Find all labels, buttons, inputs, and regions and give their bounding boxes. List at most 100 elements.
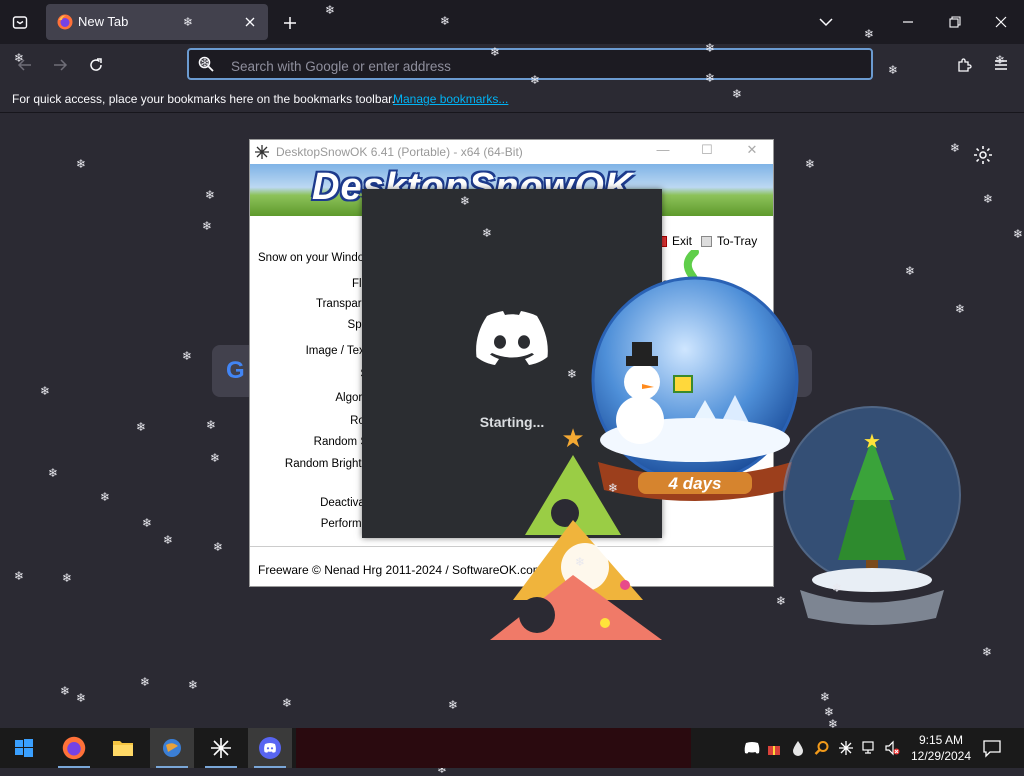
notification-icon[interactable] (982, 738, 1002, 758)
tray-snowok[interactable] (838, 740, 854, 756)
countdown-label: 4 days (668, 474, 722, 493)
firefox-icon (62, 736, 86, 760)
setting-label: Performa (320, 518, 368, 530)
reload-button[interactable] (83, 52, 109, 78)
tray-icon (701, 235, 712, 247)
taskbar-clock[interactable]: 9:15 AM 12/29/2024 (903, 732, 979, 764)
snowflake: ❄ (136, 420, 147, 434)
snowflake-icon (839, 741, 853, 755)
setting-label: Image / Text (305, 345, 368, 357)
tab-new-tab[interactable]: New Tab (46, 4, 268, 40)
taskbar-wallpaper-band (296, 728, 691, 768)
discord-icon (259, 737, 281, 759)
tab-list-icon (12, 16, 28, 29)
setting-label: Transpare (316, 298, 368, 310)
snowflake: ❄ (832, 581, 843, 595)
snowflake: ❄ (705, 41, 716, 55)
snowflake: ❄ (205, 188, 216, 202)
snowflake: ❄ (60, 684, 71, 698)
snowflake: ❄ (62, 571, 73, 585)
snowflake-icon (211, 738, 231, 758)
snowflake: ❄ (805, 157, 816, 171)
snowflake: ❄ (448, 698, 459, 712)
snowflake: ❄ (440, 14, 451, 28)
snowflake-app-icon (255, 145, 269, 159)
clock-time: 9:15 AM (918, 733, 964, 747)
bookmarks-toolbar: For quick access, place your bookmarks h… (0, 86, 1024, 113)
gear-icon[interactable] (972, 144, 994, 166)
snowflake: ❄ (210, 451, 221, 465)
close-tab-button[interactable] (240, 12, 260, 32)
taskbar-desktopsnowok[interactable] (199, 728, 243, 768)
list-all-tabs-button[interactable] (8, 10, 32, 34)
exit-label: Exit (672, 234, 693, 248)
tab-overflow-button[interactable] (814, 10, 838, 34)
snowflake: ❄ (567, 367, 578, 381)
snowflake: ❄ (982, 645, 993, 659)
magnifier-icon (814, 741, 829, 755)
search-input[interactable] (229, 54, 853, 78)
new-tab-button[interactable] (278, 11, 302, 35)
manage-bookmarks-link[interactable]: Manage bookmarks... (393, 92, 508, 106)
tray-volume[interactable] (884, 740, 900, 756)
taskbar-app-globe[interactable] (150, 728, 194, 768)
setting-label: Deactivat (320, 497, 368, 509)
snowflake: ❄ (575, 555, 586, 569)
snowflake: ❄ (732, 87, 743, 101)
close-window-button[interactable] (989, 10, 1013, 34)
snowok-minimize-button[interactable]: — (648, 142, 678, 162)
tray-search-app[interactable] (814, 740, 830, 756)
snowflake: ❄ (202, 219, 213, 233)
snowflake: ❄ (76, 157, 87, 171)
snowflake: ❄ (608, 481, 619, 495)
snowok-close-button[interactable]: ✕ (737, 142, 767, 162)
snowok-titlebar: DesktopSnowOK 6.41 (Portable) - x64 (64-… (250, 140, 773, 164)
setting-label: Random S (313, 436, 368, 448)
extensions-button[interactable] (951, 52, 977, 78)
snowflake: ❄ (183, 15, 194, 29)
network-icon (862, 741, 874, 754)
to-tray-label: To-Tray (717, 234, 758, 248)
puzzle-icon (958, 58, 972, 72)
snowflake: ❄ (325, 3, 336, 17)
snowok-title: DesktopSnowOK 6.41 (Portable) - x64 (64-… (276, 145, 523, 159)
minimize-button[interactable] (896, 10, 920, 34)
snowflake: ❄ (482, 226, 493, 240)
snowflake: ❄ (14, 569, 25, 583)
clock-date: 12/29/2024 (910, 749, 972, 763)
snowflake: ❄ (490, 45, 501, 59)
taskbar-firefox[interactable] (52, 728, 96, 768)
snowflake: ❄ (188, 678, 199, 692)
folder-icon (113, 741, 133, 756)
restore-button[interactable] (943, 10, 967, 34)
to-tray-button[interactable]: To-Tray (701, 232, 757, 250)
firefox-icon (57, 14, 73, 30)
taskbar-file-explorer[interactable] (101, 728, 145, 768)
globe-app-icon (163, 739, 181, 757)
tray-drop-app[interactable] (790, 740, 806, 756)
tray-discord[interactable] (744, 740, 760, 756)
snowflake: ❄ (983, 192, 994, 206)
navigation-toolbar (0, 44, 1024, 86)
forward-button[interactable] (47, 52, 73, 78)
google-logo: G (226, 357, 245, 384)
tray-gift-app[interactable] (766, 740, 782, 756)
snowflake: ❄ (820, 690, 831, 704)
tray-network[interactable] (862, 740, 878, 756)
start-button[interactable] (2, 728, 46, 768)
snowflake: ❄ (282, 696, 293, 710)
tab-title: New Tab (78, 14, 129, 29)
ornament-tree-decoration: ★ (490, 425, 662, 640)
snowflake: ❄ (76, 691, 87, 705)
snowflake: ❄ (1013, 227, 1024, 241)
snowflake: ❄ (888, 63, 899, 77)
plus-icon (284, 17, 296, 29)
snowok-maximize-button[interactable]: ☐ (692, 142, 722, 162)
snowflake: ❄ (200, 56, 211, 70)
discord-logo-icon (476, 311, 548, 365)
snowflake: ❄ (140, 675, 151, 689)
windows-start-icon (15, 739, 33, 757)
snowflake: ❄ (864, 27, 875, 41)
taskbar-discord[interactable] (248, 728, 292, 768)
taskbar: 9:15 AM 12/29/2024 (0, 728, 1024, 768)
